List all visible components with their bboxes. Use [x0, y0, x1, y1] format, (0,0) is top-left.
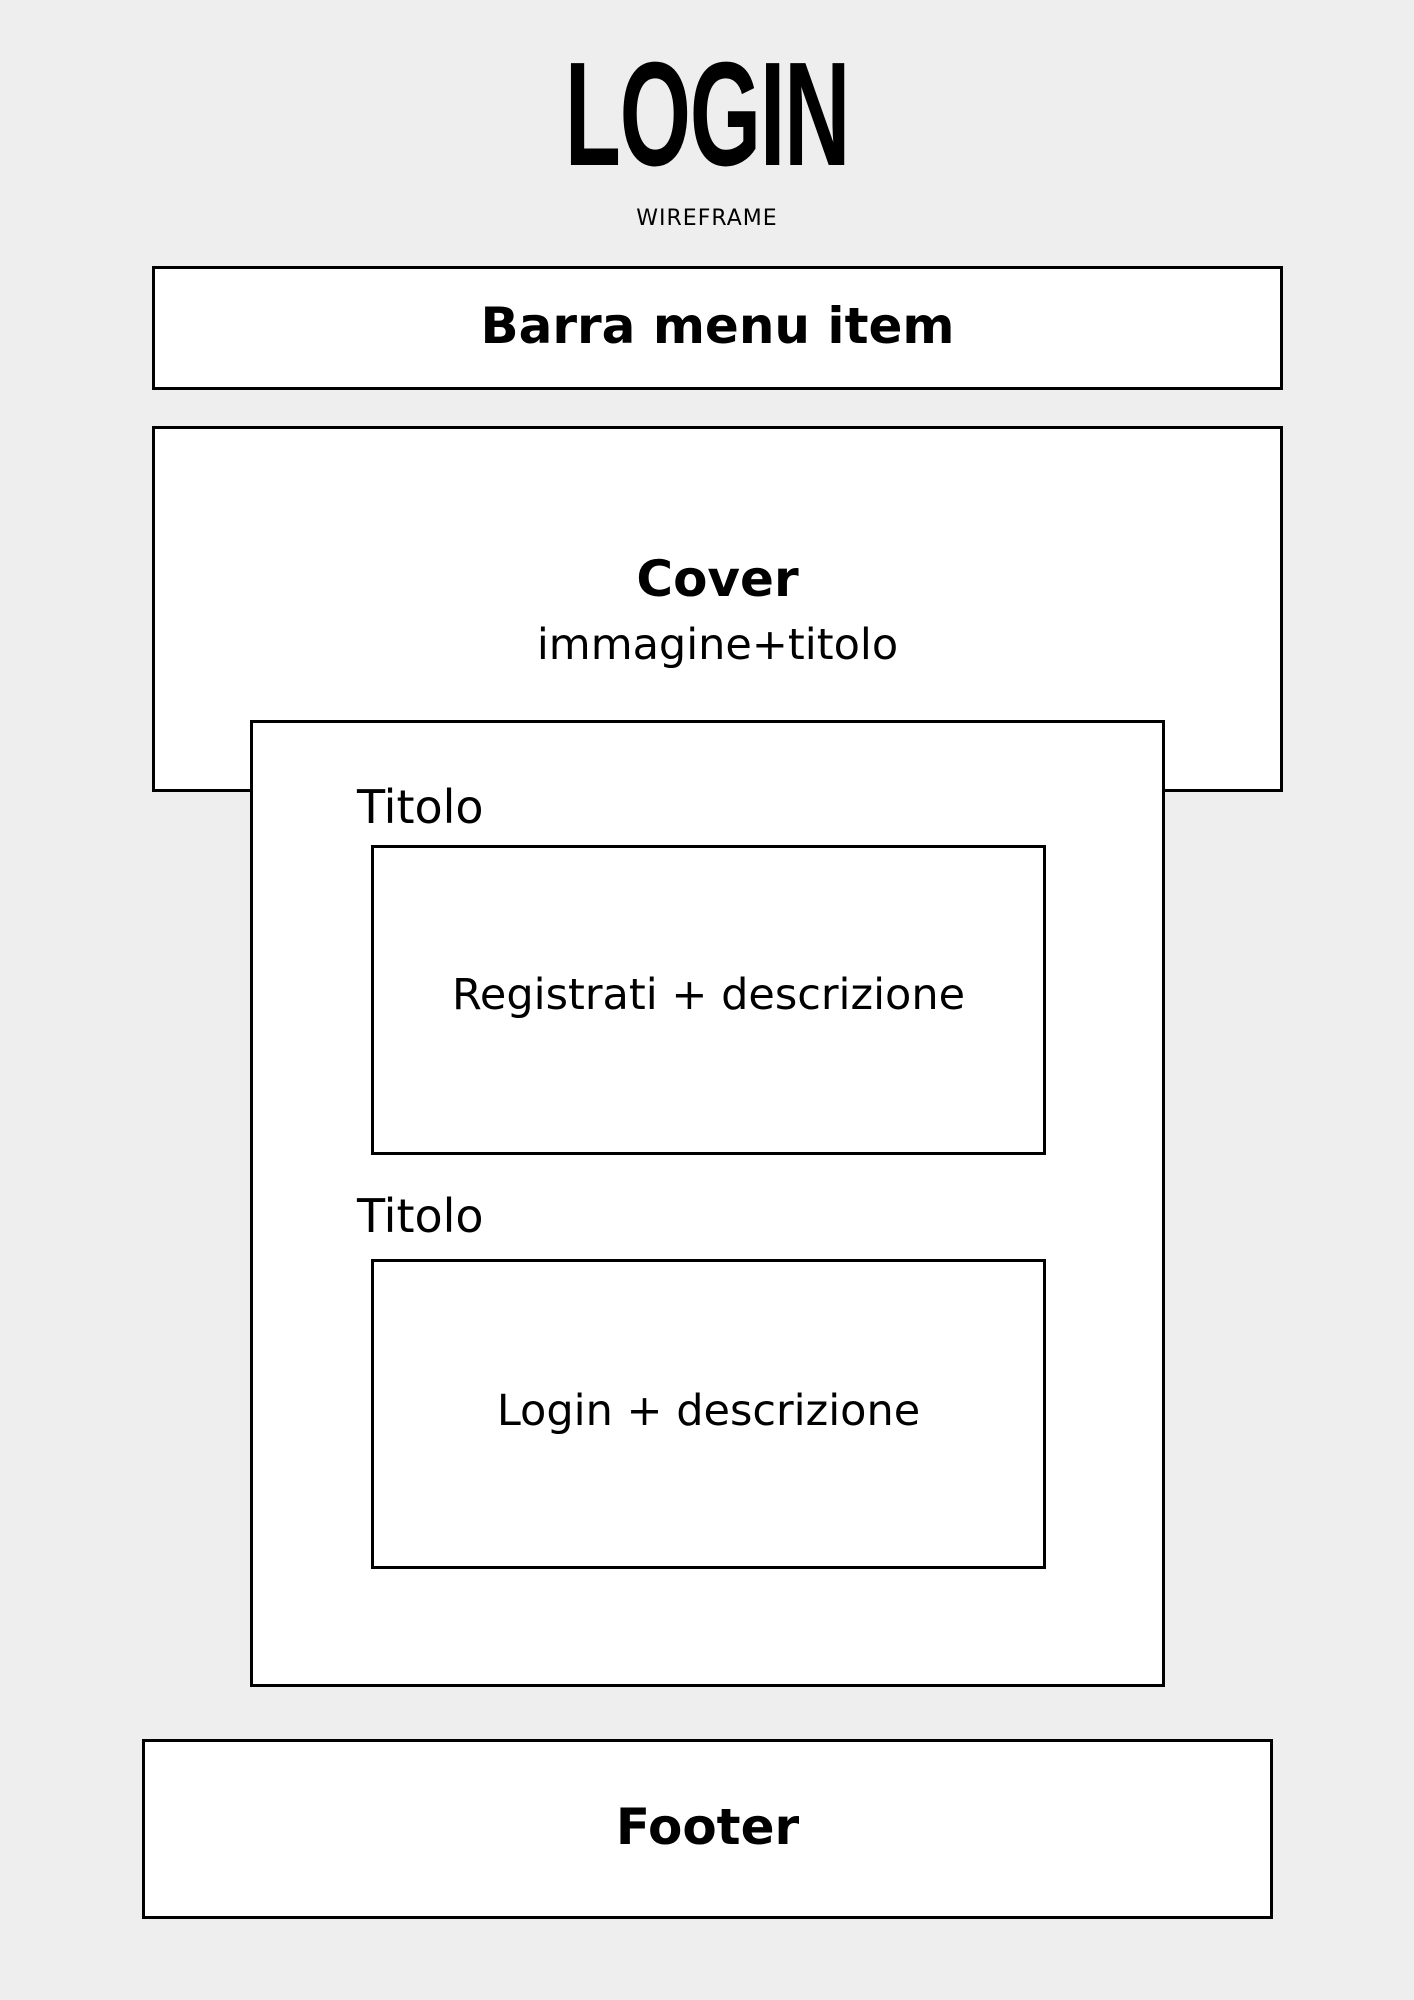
register-box: Registrati + descrizione — [371, 845, 1046, 1155]
login-box-label: Login + descrizione — [496, 1386, 921, 1436]
login-section-title: Titolo — [357, 1189, 484, 1243]
page-title: LOGIN — [564, 32, 851, 197]
cover-label: Cover — [636, 550, 799, 608]
register-section-title: Titolo — [357, 780, 484, 834]
register-box-label: Registrati + descrizione — [451, 970, 966, 1020]
page-subtitle: WIREFRAME — [636, 206, 778, 231]
content-box: Titolo Registrati + descrizione Titolo L… — [250, 720, 1165, 1687]
footer-label: Footer — [615, 1798, 800, 1856]
footer-box: Footer — [142, 1739, 1273, 1919]
login-box: Login + descrizione — [371, 1259, 1046, 1569]
cover-description: immagine+titolo — [536, 620, 899, 670]
menu-bar-label: Barra menu item — [480, 297, 955, 355]
menu-bar-box: Barra menu item — [152, 266, 1283, 390]
